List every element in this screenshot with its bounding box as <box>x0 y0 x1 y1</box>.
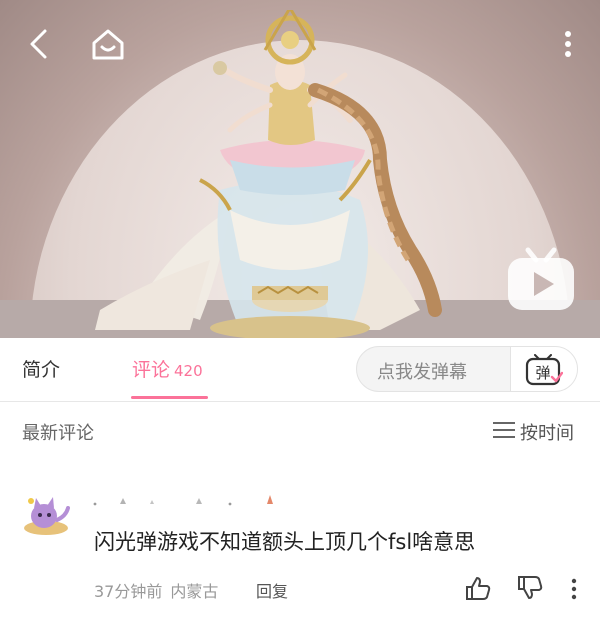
comment-meta: 37分钟前 内蒙古 <box>94 578 218 602</box>
danmaku-bar: 点我发弹幕 弹 <box>356 346 578 392</box>
comment-text: 闪光弹游戏不知道额头上顶几个fsl啥意思 <box>94 530 476 554</box>
tab-intro[interactable]: 简介 <box>22 355 60 382</box>
back-arrow-icon[interactable] <box>22 26 58 62</box>
figurine-image <box>95 10 442 338</box>
sort-by-time-label: 按时间 <box>520 423 574 444</box>
danmaku-toggle-text: 弹 <box>535 364 550 382</box>
home-icon[interactable] <box>90 26 126 62</box>
avatar[interactable] <box>22 494 70 536</box>
list-sort-icon <box>493 422 515 438</box>
danmaku-toggle-icon: 弹 <box>525 354 563 386</box>
username-obscured[interactable] <box>92 492 292 506</box>
comment-more-icon[interactable] <box>569 578 579 600</box>
more-vertical-icon[interactable] <box>550 26 586 62</box>
comment-location: 内蒙古 <box>170 582 219 601</box>
comment-sort-row: 最新评论 按时间 <box>0 401 600 457</box>
reply-button[interactable]: 回复 <box>256 578 288 602</box>
comment-count: 420 <box>174 362 203 380</box>
thumbs-down-icon[interactable] <box>517 576 543 600</box>
comment-item: 闪光弹游戏不知道额头上顶几个fsl啥意思 37分钟前 内蒙古 回复 <box>0 480 600 618</box>
danmaku-input[interactable]: 点我发弹幕 <box>377 358 467 384</box>
play-badge-icon[interactable] <box>506 246 576 312</box>
sort-section-title: 最新评论 <box>22 423 94 444</box>
tab-comments-label: 评论 <box>132 359 171 381</box>
danmaku-toggle-button[interactable]: 弹 <box>510 347 577 391</box>
thumbs-up-icon[interactable] <box>465 576 491 600</box>
active-tab-indicator <box>131 396 208 399</box>
tab-bar: 简介 评论 420 点我发弹幕 弹 <box>0 338 600 402</box>
video-player[interactable] <box>0 0 600 338</box>
comment-time: 37分钟前 <box>94 582 163 601</box>
tab-intro-label: 简介 <box>22 359 61 381</box>
tab-comments[interactable]: 评论 420 <box>132 355 203 382</box>
